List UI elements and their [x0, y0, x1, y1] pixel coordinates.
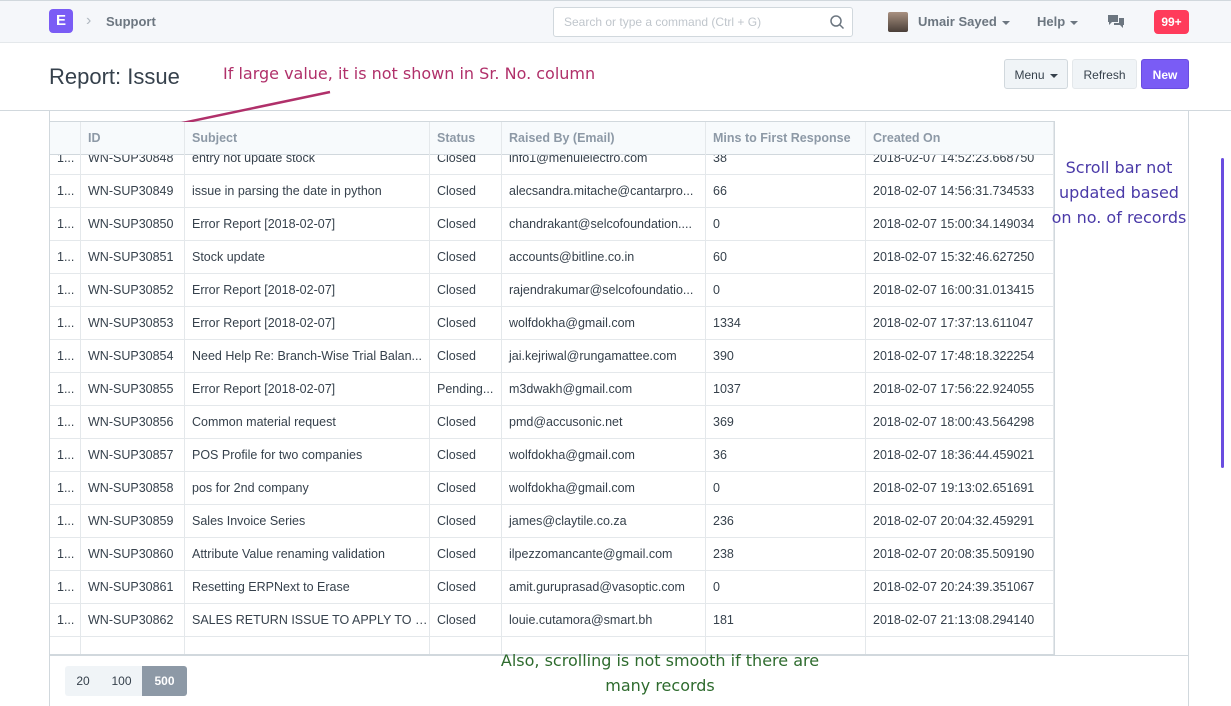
table-header-row: ID Subject Status Raised By (Email) Mins to … [50, 122, 1054, 155]
column-header-subject[interactable]: Subject [185, 122, 430, 155]
annotation-right: Scroll bar not updated based on no. of r… [1051, 158, 1187, 227]
column-header-sr-no[interactable] [50, 122, 81, 155]
column-header-mins-first-response[interactable]: Mins to First Response [706, 122, 866, 155]
column-header-raised-by[interactable]: Raised By (Email) [502, 122, 706, 155]
annotation-bottom: Also, scrolling is not smooth if there a… [500, 651, 820, 695]
annotation-top: If large value, it is not shown in Sr. N… [223, 64, 596, 83]
annotation-arrow [52, 90, 331, 155]
column-header-status[interactable]: Status [430, 122, 502, 155]
column-header-created-on[interactable]: Created On [866, 122, 1054, 155]
column-header-id[interactable]: ID [81, 122, 185, 155]
